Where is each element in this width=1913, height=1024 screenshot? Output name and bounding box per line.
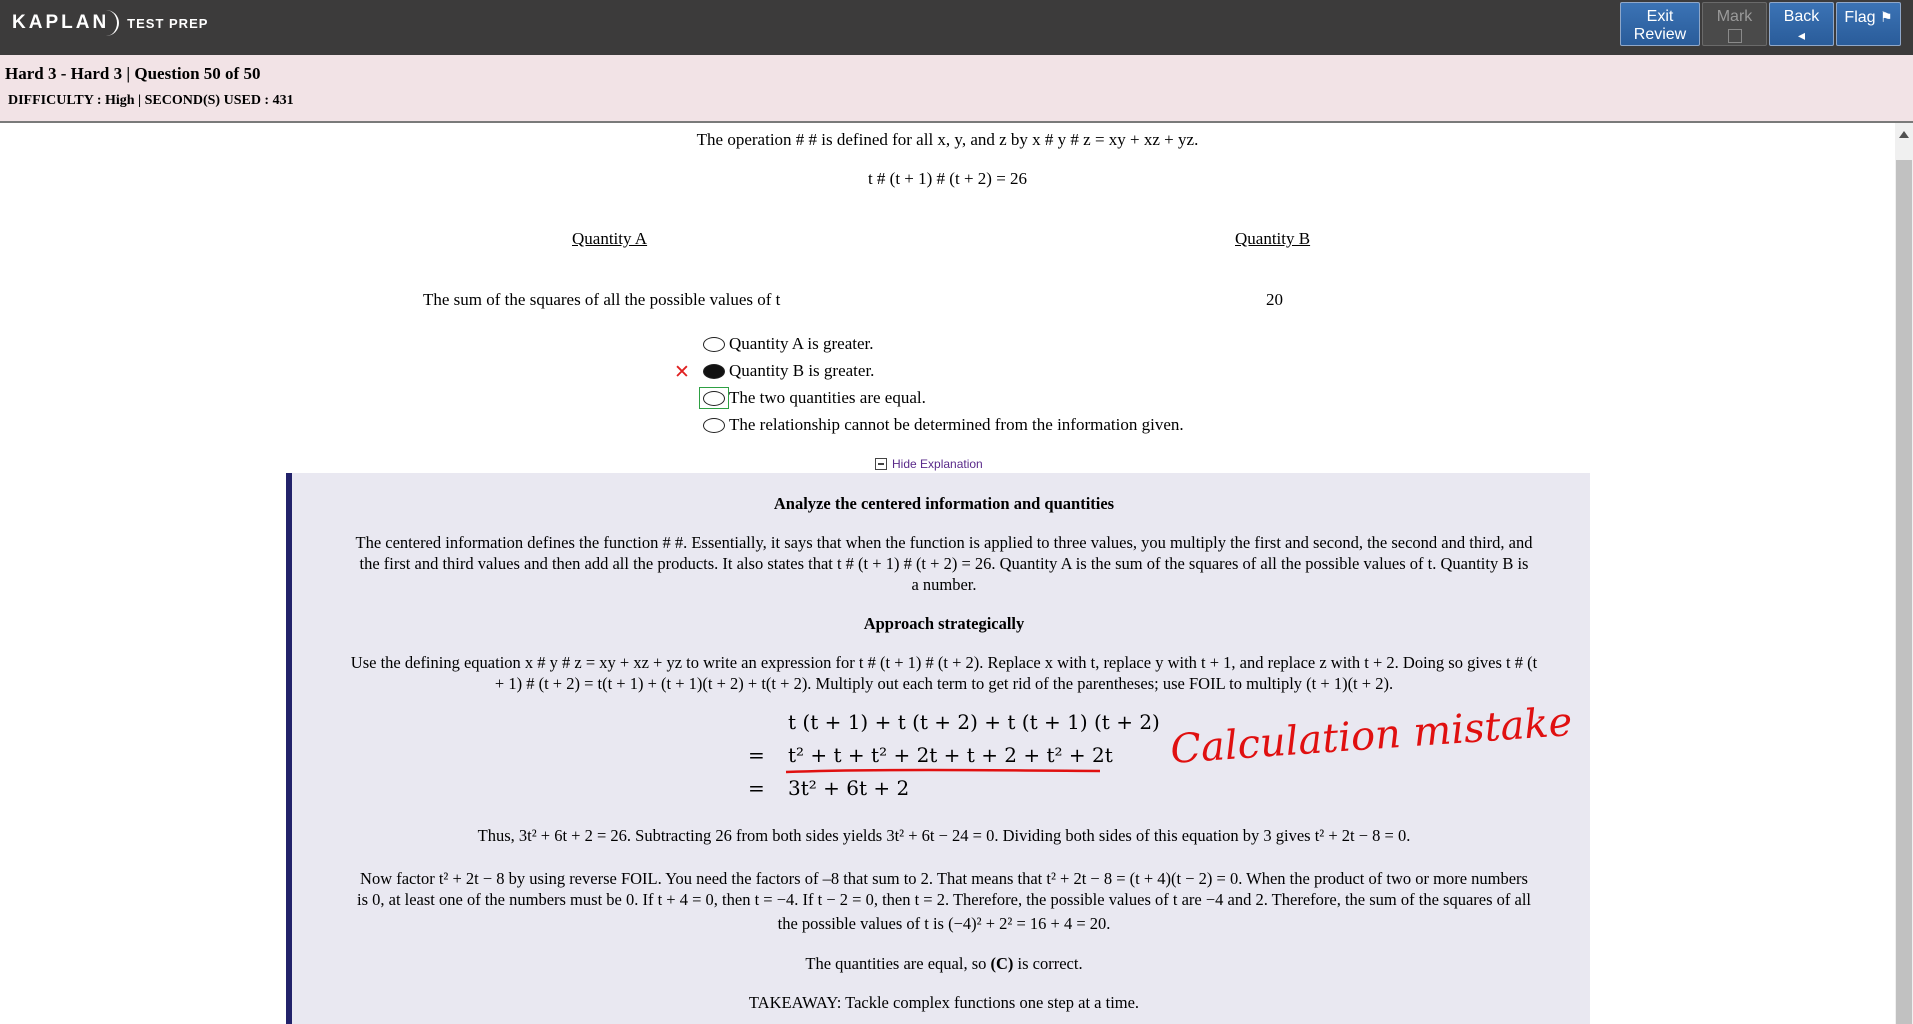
kaplan-logo: KAPLAN TEST PREP xyxy=(12,6,208,40)
conclusion-pre: The quantities are equal, so xyxy=(805,954,991,973)
choice-d-label: The relationship cannot be determined fr… xyxy=(729,415,1184,434)
radio-a[interactable] xyxy=(703,336,725,352)
radio-d[interactable] xyxy=(703,417,725,433)
answer-choice-a[interactable]: Quantity A is greater. xyxy=(703,334,873,354)
top-toolbar: KAPLAN TEST PREP Exit Review Mark Back ◂… xyxy=(0,0,1913,55)
explanation-para4-line3: the possible values of t is (−4)² + 2² =… xyxy=(777,914,1111,933)
flag-button[interactable]: Flag ⚑ xyxy=(1836,2,1901,46)
logo-wordmark: KAPLAN xyxy=(12,10,120,36)
equation-sign-2: = xyxy=(748,743,765,767)
explanation-equation-block: t (t + 1) + t (t + 2) + t (t + 1) (t + 2… xyxy=(748,710,1160,809)
radio-b-selected[interactable] xyxy=(703,363,725,379)
question-definition: The operation # # is defined for all x, … xyxy=(696,130,1199,149)
collapse-icon xyxy=(875,458,887,470)
explanation-para4-line2: is 0, at least one of the numbers must b… xyxy=(356,890,1531,909)
quantity-a-header: Quantity A xyxy=(572,229,648,248)
radio-c[interactable] xyxy=(703,390,725,406)
equation-line-3: 3t² + 6t + 2 xyxy=(788,776,910,800)
explanation-heading-1: Analyze the centered information and qua… xyxy=(773,494,1115,513)
answer-choice-c[interactable]: The two quantities are equal. xyxy=(699,387,926,409)
question-meta: DIFFICULTY : High | SECOND(S) USED : 431 xyxy=(8,93,294,108)
choice-c-label: The two quantities are equal. xyxy=(729,388,926,407)
answer-choice-b[interactable]: Quantity B is greater. xyxy=(703,361,874,381)
question-title: Hard 3 - Hard 3 | Question 50 of 50 xyxy=(5,64,261,83)
hide-explanation-link[interactable]: Hide Explanation xyxy=(875,457,983,471)
explanation-para1-line3: a number. xyxy=(911,575,977,594)
mark-label: Mark xyxy=(1716,8,1753,25)
incorrect-mark-icon: ✕ xyxy=(674,361,690,383)
equation-line-1: t (t + 1) + t (t + 2) + t (t + 1) (t + 2… xyxy=(788,710,1160,734)
question-equation: t # (t + 1) # (t + 2) = 26 xyxy=(867,169,1028,188)
radio-c-focus-ring xyxy=(699,387,729,409)
back-label: Back xyxy=(1783,8,1820,25)
exit-review-label-2: Review xyxy=(1633,26,1687,43)
back-button[interactable]: Back ◂ xyxy=(1769,2,1834,46)
explanation-heading-2: Approach strategically xyxy=(863,614,1025,633)
hide-explanation-label: Hide Explanation xyxy=(892,457,983,471)
explanation-conclusion: The quantities are equal, so (C) is corr… xyxy=(302,953,1586,974)
explanation-takeaway: TAKEAWAY: Tackle complex functions one s… xyxy=(748,993,1140,1012)
explanation-para1-line2: the first and third values and then add … xyxy=(359,554,1529,573)
mark-button[interactable]: Mark xyxy=(1702,2,1767,46)
red-underline-annotation xyxy=(785,768,1101,774)
back-arrow-icon: ◂ xyxy=(1797,27,1806,43)
logo-subtitle: TEST PREP xyxy=(127,15,209,31)
quantity-b-value: 20 xyxy=(1266,290,1283,309)
explanation-para4-line1: Now factor t² + 2t − 8 by using reverse … xyxy=(360,869,1528,888)
answer-choice-d[interactable]: The relationship cannot be determined fr… xyxy=(703,415,1184,435)
flag-icon: ⚑ xyxy=(1880,9,1893,25)
equation-sign-3: = xyxy=(748,776,765,800)
choice-a-label: Quantity A is greater. xyxy=(729,334,874,353)
mark-checkbox-icon xyxy=(1727,29,1742,43)
explanation-para2-line2: + 1) # (t + 2) = t(t + 1) + (t + 1)(t + … xyxy=(494,674,1394,693)
scroll-up-arrow-icon[interactable] xyxy=(1899,131,1909,138)
explanation-para1-line1: The centered information defines the fun… xyxy=(355,533,1533,552)
exit-review-label-1: Exit xyxy=(1646,8,1674,25)
exit-review-button[interactable]: Exit Review xyxy=(1620,2,1700,46)
choice-b-label: Quantity B is greater. xyxy=(729,361,875,380)
question-info-bar: Hard 3 - Hard 3 | Question 50 of 50 DIFF… xyxy=(0,55,1913,123)
scrollbar-thumb[interactable] xyxy=(1896,160,1912,1024)
correct-answer-letter: (C) xyxy=(990,954,1014,973)
conclusion-post: is correct. xyxy=(1013,954,1083,973)
flag-label: Flag xyxy=(1844,9,1876,26)
quantity-b-header: Quantity B xyxy=(1235,229,1311,248)
quantity-a-value: The sum of the squares of all the possib… xyxy=(423,290,781,309)
explanation-para3: Thus, 3t² + 6t + 2 = 26. Subtracting 26 … xyxy=(477,826,1411,845)
explanation-para2-line1: Use the defining equation x # y # z = xy… xyxy=(350,653,1538,672)
